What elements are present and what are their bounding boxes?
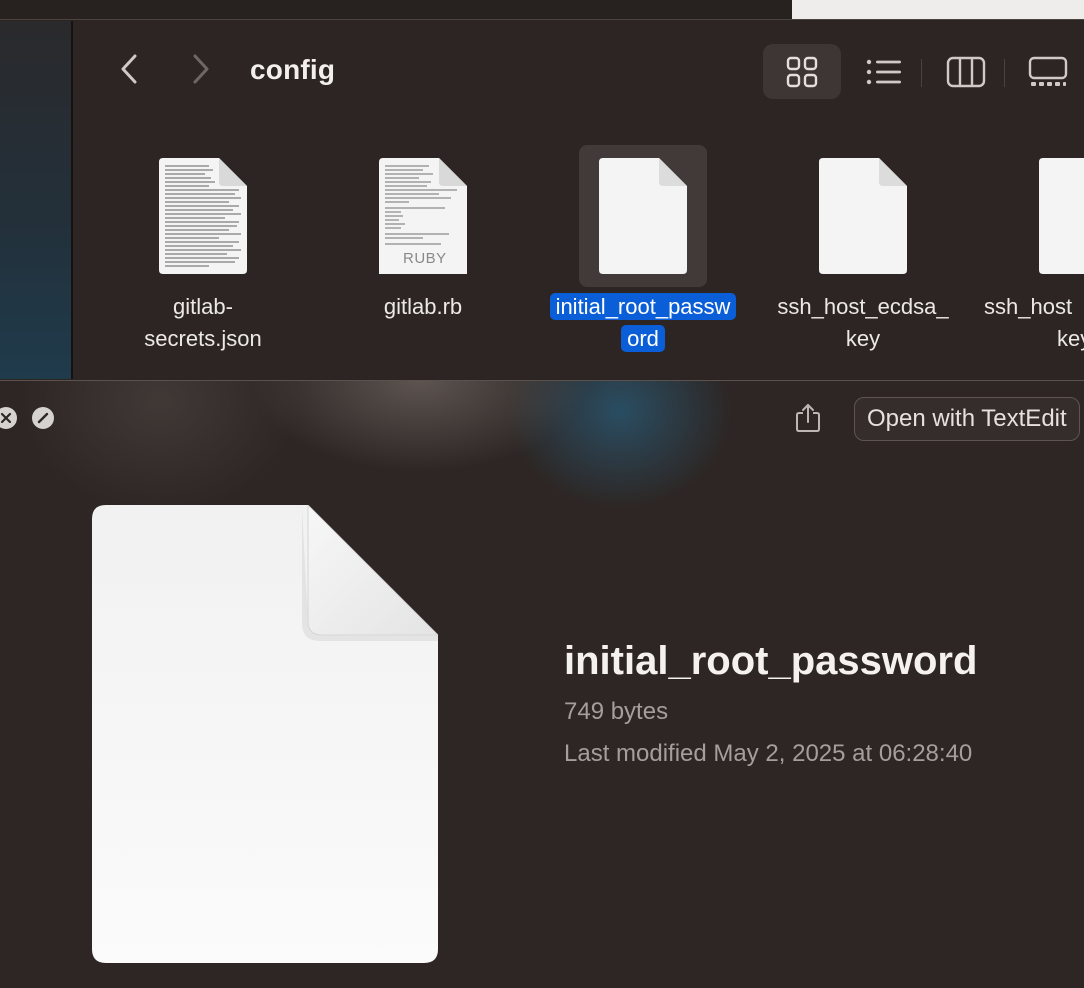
file-thumbnail-selected xyxy=(579,145,707,287)
file-name: ssh_host_ecdsa_ key xyxy=(763,291,963,355)
file-thumbnail xyxy=(799,145,927,287)
file-thumbnail xyxy=(139,145,267,287)
last-modified: Last modified May 2, 2025 at 06:28:40 xyxy=(564,740,973,767)
quick-look-panel: Open with TextEdit initial_root_password… xyxy=(0,380,1084,988)
gallery-view-button[interactable] xyxy=(1009,44,1084,99)
share-icon xyxy=(796,404,820,432)
file-name-line: key xyxy=(845,326,881,351)
list-view-icon xyxy=(866,59,901,84)
full-screen-button[interactable] xyxy=(32,407,54,429)
ruby-document-icon: RUBY xyxy=(379,158,467,274)
finder-toolbar: config xyxy=(75,21,1084,121)
file-name-line: ord xyxy=(621,325,665,352)
file-item-ssh-host-key-partial[interactable]: ssh_host key. xyxy=(983,143,1084,363)
file-size: 749 bytes xyxy=(564,698,669,725)
file-name-line: initial_root_passw xyxy=(549,293,737,320)
file-name: ssh_host key. xyxy=(984,291,1084,355)
folder-title: config xyxy=(250,54,336,85)
list-view-button[interactable] xyxy=(845,44,923,99)
icon-view-button[interactable] xyxy=(763,44,841,99)
blank-document-icon xyxy=(599,158,687,274)
blank-document-icon xyxy=(1039,158,1084,274)
file-info: initial_root_password 749 bytes Last mod… xyxy=(564,639,977,768)
file-name-line: key. xyxy=(1057,326,1084,351)
file-item-gitlab-rb[interactable]: RUBY gitlab.rb xyxy=(323,143,523,363)
share-button[interactable] xyxy=(792,401,824,435)
file-name: gitlab- secrets.json xyxy=(103,291,303,355)
file-item-ssh-host-ecdsa-key[interactable]: ssh_host_ecdsa_ key xyxy=(763,143,963,363)
toolbar-divider xyxy=(1004,59,1005,87)
chevron-right-icon xyxy=(193,54,209,84)
close-icon xyxy=(0,412,12,424)
open-with-textedit-button[interactable]: Open with TextEdit xyxy=(854,397,1080,441)
file-thumbnail xyxy=(1019,145,1084,287)
close-button[interactable] xyxy=(0,407,17,429)
file-item-gitlab-secrets-json[interactable]: gitlab- secrets.json xyxy=(103,143,303,363)
file-name-line: gitlab.rb xyxy=(383,294,463,319)
file-item-initial-root-password[interactable]: initial_root_passw ord xyxy=(543,143,743,363)
background-window-edge xyxy=(792,0,1084,19)
icon-view-icon xyxy=(786,56,818,87)
chevron-left-icon xyxy=(121,54,137,84)
file-name-line: ssh_host_ecdsa_ xyxy=(777,294,949,319)
toolbar-divider xyxy=(921,59,922,87)
column-view-button[interactable] xyxy=(927,44,1005,99)
column-view-icon xyxy=(946,56,986,87)
file-name-line: gitlab- xyxy=(173,294,233,319)
sidebar-edge xyxy=(0,21,73,379)
file-name-selected: initial_root_passw ord xyxy=(543,291,743,355)
text-document-icon xyxy=(159,158,247,274)
file-name: gitlab.rb xyxy=(323,291,523,323)
slash-circle-icon xyxy=(37,412,49,424)
blank-document-icon xyxy=(819,158,907,274)
large-document-icon xyxy=(92,505,438,963)
file-type-badge: RUBY xyxy=(403,250,447,267)
file-name-title: initial_root_password xyxy=(564,639,978,683)
file-name-line: ssh_host xyxy=(984,294,1073,319)
finder-window: config gitlab- secrets.json RUBY gitlab.… xyxy=(0,21,1084,379)
back-button[interactable] xyxy=(115,51,143,87)
gallery-view-icon xyxy=(1028,56,1068,86)
file-thumbnail: RUBY xyxy=(359,145,487,287)
forward-button[interactable] xyxy=(187,51,215,87)
top-window-strip xyxy=(0,0,1084,20)
file-name-line: secrets.json xyxy=(144,326,262,351)
